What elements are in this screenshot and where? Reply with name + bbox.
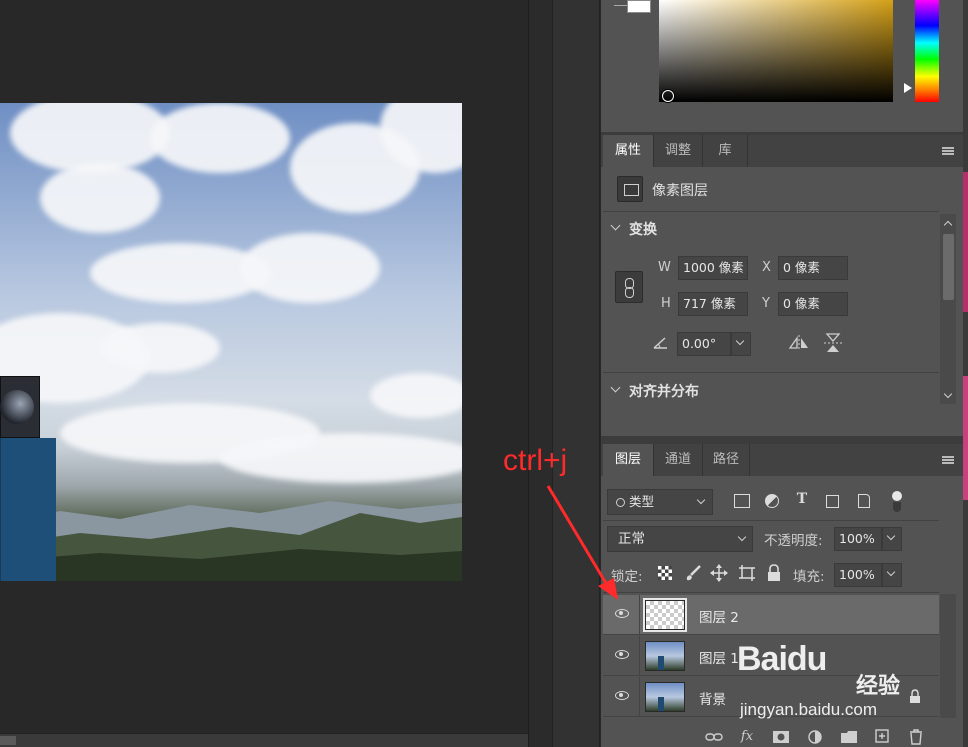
layers-scrollbar[interactable]: [940, 594, 956, 718]
height-label: H: [661, 296, 671, 311]
annotation-label: ctrl+j: [503, 444, 568, 477]
saturation-value-field[interactable]: [659, 0, 893, 102]
x-field[interactable]: 0 像素: [778, 256, 848, 280]
flip-horizontal-icon[interactable]: [788, 334, 810, 352]
lock-artboard-icon[interactable]: [738, 564, 756, 582]
hue-slider-marker[interactable]: [904, 83, 912, 93]
layer-kind-label: 像素图层: [652, 183, 708, 199]
link-layers-icon[interactable]: [705, 732, 723, 742]
new-layer-icon[interactable]: [875, 729, 889, 743]
annotation-arrow-icon: [546, 485, 618, 600]
tab-paths[interactable]: 路径: [703, 444, 749, 476]
document-image[interactable]: [0, 103, 462, 581]
right-edge: [963, 0, 968, 747]
filter-kind-label: 类型: [629, 494, 655, 509]
properties-tab-bar: 属性 调整 库: [601, 135, 963, 167]
visibility-eye-icon[interactable]: [615, 609, 629, 618]
width-label: W: [658, 260, 671, 275]
tab-adjustments[interactable]: 调整: [654, 135, 702, 167]
horizontal-scroll-thumb[interactable]: [0, 736, 16, 745]
layers-footer: fx: [601, 724, 963, 747]
align-section-title[interactable]: 对齐并分布: [629, 381, 699, 401]
globe-object: [0, 390, 34, 424]
blue-pedestal: [0, 438, 56, 581]
filter-toggle-base: [893, 502, 901, 512]
layers-tab-bar: 图层 通道 路径: [601, 444, 963, 476]
layer-thumbnail: [645, 641, 685, 671]
angle-icon: [653, 337, 667, 349]
hue-slider[interactable]: [915, 0, 939, 102]
tab-properties[interactable]: 属性: [603, 135, 653, 167]
watermark-logo: Baidu: [737, 640, 827, 678]
fx-icon[interactable]: fx: [738, 729, 756, 744]
edge-accent: [963, 172, 968, 312]
properties-scroll-thumb[interactable]: [943, 234, 954, 300]
x-label: X: [762, 260, 771, 275]
visibility-eye-icon[interactable]: [615, 691, 629, 700]
width-field[interactable]: 1000 像素: [678, 256, 748, 280]
adjustment-layer-icon[interactable]: [808, 730, 822, 744]
group-folder-icon[interactable]: [841, 731, 857, 743]
collapsed-panel-strip: [552, 0, 600, 747]
watermark-logo-cn: 经验: [856, 674, 901, 699]
layer-thumbnail: [643, 598, 687, 632]
layer-name[interactable]: 图层 1: [699, 647, 739, 667]
tab-layers[interactable]: 图层: [603, 444, 653, 476]
flip-vertical-icon[interactable]: [823, 332, 843, 354]
layer-row-layer-2[interactable]: 图层 2: [603, 595, 939, 635]
visibility-eye-icon[interactable]: [615, 650, 629, 659]
watermark-url: jingyan.baidu.com: [740, 700, 878, 719]
panel-gutter: [528, 0, 552, 747]
lock-position-icon[interactable]: [710, 564, 728, 582]
opacity-dropdown[interactable]: [882, 527, 902, 551]
color-picker-cursor[interactable]: [662, 90, 674, 102]
lock-transparent-icon[interactable]: [658, 566, 672, 580]
opacity-field[interactable]: 100%: [834, 527, 882, 551]
filter-toggle-icon[interactable]: [892, 491, 902, 501]
fill-field[interactable]: 100%: [834, 563, 882, 587]
type-filter-icon[interactable]: T: [792, 491, 812, 507]
transform-section-title[interactable]: 变换: [629, 219, 657, 239]
background-color-swatch[interactable]: [614, 0, 628, 6]
fill-dropdown[interactable]: [882, 563, 902, 587]
image-filter-icon[interactable]: [734, 494, 750, 508]
panel-divider: [601, 436, 963, 444]
tab-channels[interactable]: 通道: [654, 444, 702, 476]
smart-object-filter-icon[interactable]: [858, 494, 870, 508]
tab-libraries[interactable]: 库: [703, 135, 747, 167]
link-dimensions-icon[interactable]: [615, 271, 643, 303]
edge-accent: [963, 376, 968, 500]
layer-thumbnail: [645, 682, 685, 712]
foreground-color-swatch[interactable]: [627, 0, 651, 13]
height-field[interactable]: 717 像素: [678, 292, 748, 316]
lock-all-icon[interactable]: [767, 564, 781, 582]
adjustment-filter-icon[interactable]: [765, 494, 779, 508]
angle-field[interactable]: 0.00°: [677, 332, 731, 356]
panel-menu-icon[interactable]: [942, 456, 954, 464]
fill-label: 填充:: [793, 569, 825, 585]
pixel-layer-icon: [617, 176, 643, 202]
shape-filter-icon[interactable]: [826, 495, 839, 508]
layer-name[interactable]: 背景: [699, 688, 726, 708]
y-label: Y: [762, 296, 770, 311]
layer-mask-icon[interactable]: [773, 731, 789, 743]
layer-name[interactable]: 图层 2: [699, 606, 739, 626]
lock-paint-icon[interactable]: [684, 564, 702, 582]
opacity-label: 不透明度:: [764, 533, 823, 549]
trash-icon[interactable]: [909, 729, 923, 745]
angle-dropdown[interactable]: [731, 332, 751, 356]
horizontal-scrollbar[interactable]: [0, 733, 528, 747]
panel-menu-icon[interactable]: [942, 147, 954, 155]
y-field[interactable]: 0 像素: [778, 292, 848, 316]
layer-lock-icon: [910, 689, 920, 703]
